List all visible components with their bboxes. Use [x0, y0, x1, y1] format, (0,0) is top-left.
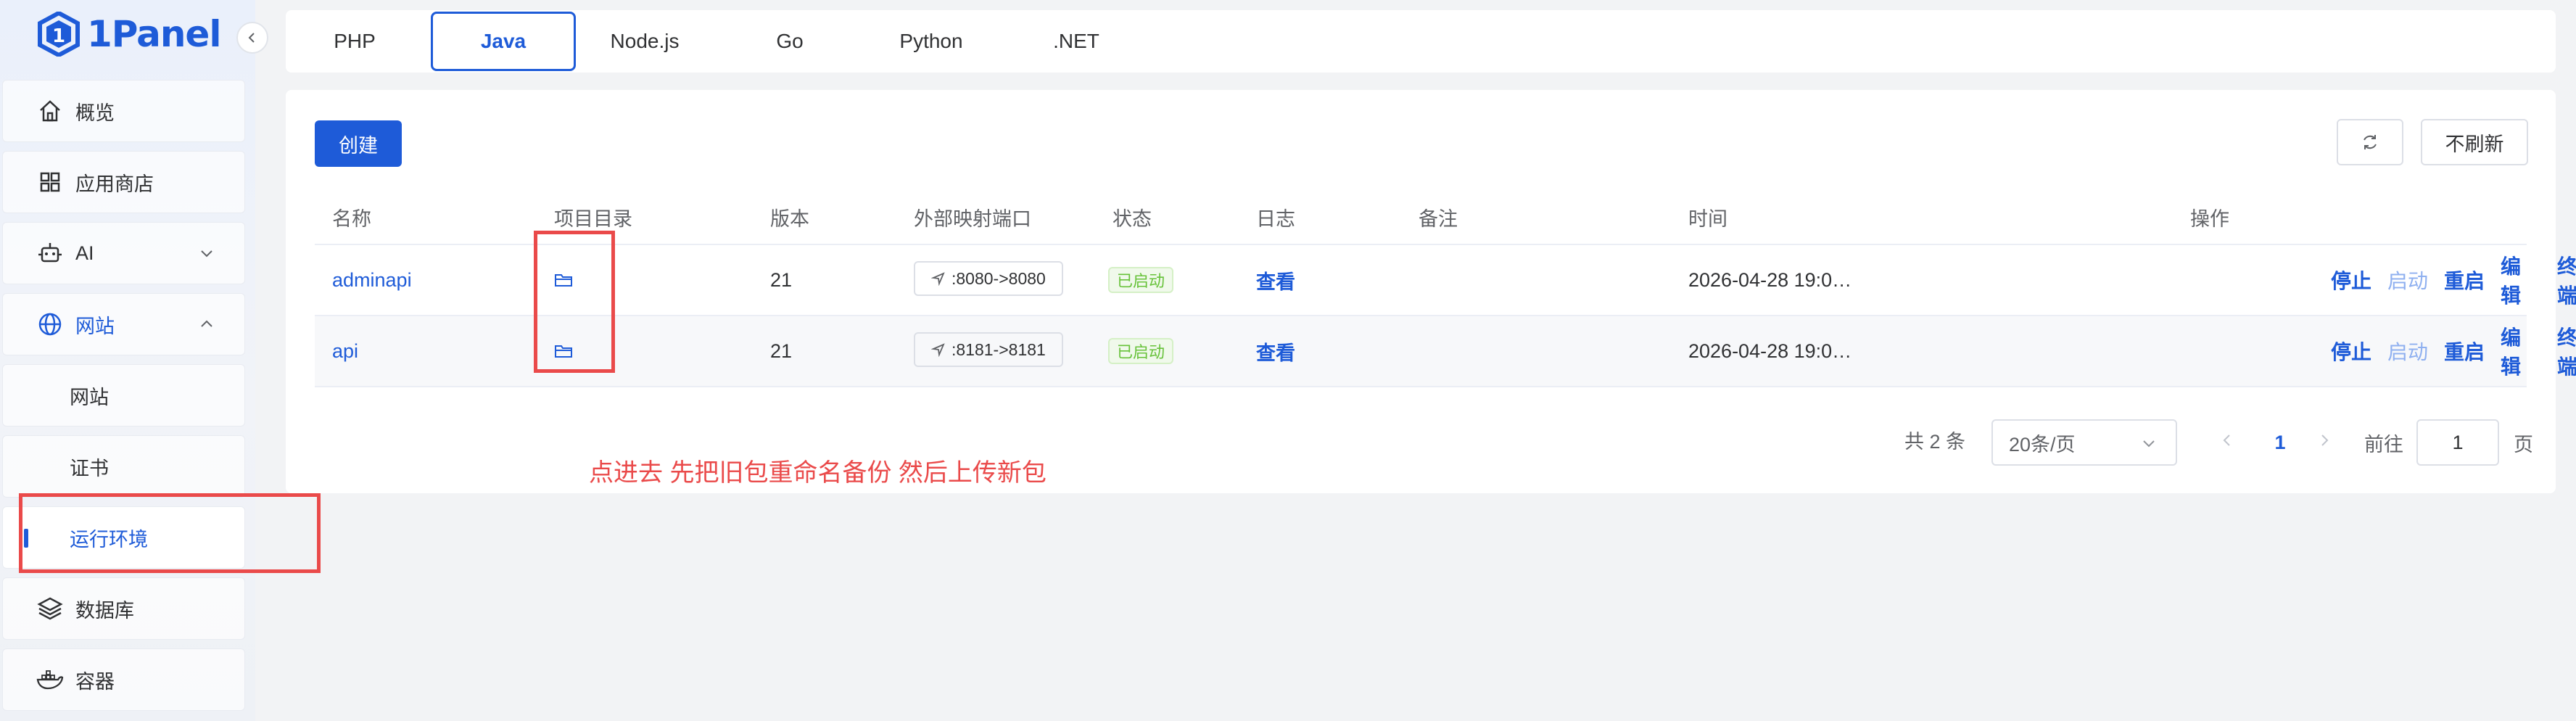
restart-button[interactable]: 重启 [2444, 316, 2485, 386]
status-badge: 已启动 [1108, 338, 1174, 364]
sidebar-item-container[interactable]: 容器 [2, 648, 245, 711]
tab-go[interactable]: Go [764, 10, 815, 73]
pagination-total: 共 2 条 [1904, 430, 1966, 453]
column-header-remark: 备注 [1419, 207, 1458, 230]
create-button[interactable]: 创建 [315, 120, 402, 167]
sidebar-item-label: AI [75, 242, 94, 264]
current-page[interactable]: 1 [2266, 419, 2295, 466]
annotation-highlight-runtime-menu [19, 493, 321, 573]
runtime-name-link[interactable]: api [332, 316, 358, 386]
column-header-name: 名称 [332, 207, 371, 230]
column-header-directory: 项目目录 [554, 207, 632, 230]
sidebar-item-website[interactable]: 网站 [2, 293, 245, 355]
runtime-version: 21 [770, 268, 793, 291]
view-log-link[interactable]: 查看 [1256, 245, 1295, 315]
sidebar-item-label: 应用商店 [75, 173, 154, 195]
sidebar-item-label: 网站 [75, 315, 115, 337]
refresh-icon [2364, 135, 2377, 149]
tab-php[interactable]: PHP [315, 10, 395, 73]
sidebar-item-app-store[interactable]: 应用商店 [2, 151, 245, 213]
layers-icon [36, 595, 64, 622]
edit-button[interactable]: 编辑 [2501, 316, 2527, 386]
sidebar-item-database[interactable]: 数据库 [2, 577, 245, 640]
runtime-type-tabs: PHP Java Node.js Go Python .NET [286, 10, 2556, 73]
prev-page-icon[interactable] [2219, 432, 2235, 448]
tab-python[interactable]: Python [888, 10, 975, 73]
page-size-value: 20条/页 [2009, 433, 2076, 456]
start-button[interactable]: 启动 [2387, 316, 2428, 386]
tab-dotnet[interactable]: .NET [1047, 10, 1105, 73]
runtime-time: 2026-04-28 19:0… [1688, 268, 1852, 291]
port-mapping-tag[interactable]: :8080->8080 [914, 261, 1063, 296]
tab-nodejs[interactable]: Node.js [598, 10, 692, 73]
view-log-link[interactable]: 查看 [1256, 316, 1295, 386]
stop-button[interactable]: 停止 [2331, 245, 2371, 315]
sidebar-item-ai[interactable]: AI [2, 222, 245, 284]
sidebar-item-label: 容器 [75, 670, 115, 693]
sidebar-subitem-certificates[interactable]: 证书 [2, 435, 245, 498]
column-header-port: 外部映射端口 [914, 207, 1031, 230]
goto-suffix: 页 [2514, 433, 2533, 456]
sidebar: 1 1Panel 概览 应用商店 AI 网站 网站 证书 运行环境 数据库 容器 [0, 0, 268, 721]
location-arrow-icon [931, 343, 945, 357]
next-page-icon[interactable] [2316, 432, 2332, 448]
runtime-version: 21 [770, 339, 793, 362]
chevron-down-icon [201, 250, 212, 258]
robot-icon [36, 239, 64, 267]
svg-text:1: 1 [52, 25, 65, 47]
chevron-down-icon [2143, 440, 2155, 448]
column-header-log: 日志 [1256, 207, 1295, 230]
terminal-button[interactable]: 终端 [2557, 245, 2576, 315]
sidebar-item-label: 数据库 [75, 599, 134, 622]
runtime-time: 2026-04-28 19:0… [1688, 339, 1852, 362]
tab-java[interactable]: Java [431, 12, 576, 71]
restart-button[interactable]: 重启 [2444, 245, 2485, 315]
column-header-status: 状态 [1112, 207, 1152, 230]
location-arrow-icon [931, 272, 945, 286]
sidebar-subitem-label: 证书 [70, 457, 109, 479]
sidebar-item-overview[interactable]: 概览 [2, 80, 245, 142]
home-icon [36, 97, 64, 125]
logo[interactable]: 1 1Panel [38, 10, 221, 58]
status-badge: 已启动 [1108, 267, 1174, 293]
column-header-time: 时间 [1688, 207, 1727, 230]
annotation-note: 点进去 先把旧包重命名备份 然后上传新包 [589, 459, 1046, 487]
chevron-left-icon [248, 33, 255, 43]
collapse-sidebar-button[interactable] [236, 22, 268, 54]
port-mapping-tag[interactable]: :8181->8181 [914, 332, 1063, 367]
column-header-actions: 操作 [2190, 207, 2229, 230]
table-row: api 21 :8181->8181 已启动 查看 2026-04-28 19:… [315, 316, 2576, 387]
logo-icon: 1 [38, 12, 80, 57]
sidebar-item-label: 概览 [75, 102, 115, 124]
runtime-list-panel: 创建 不刷新 名称 项目目录 版本 外部映射端口 状态 日志 备注 时间 操作 … [286, 90, 2576, 493]
runtime-name-link[interactable]: adminapi [332, 245, 412, 315]
refresh-button[interactable] [2337, 119, 2403, 165]
port-mapping-text: :8080->8080 [951, 268, 1046, 288]
annotation-highlight-directory [534, 231, 615, 373]
docker-whale-icon [36, 666, 64, 693]
globe-icon [36, 310, 64, 338]
goto-label: 前往 [2364, 433, 2403, 456]
page-size-select[interactable]: 20条/页 [1991, 419, 2177, 466]
column-header-version: 版本 [770, 207, 809, 230]
chevron-up-icon [201, 320, 212, 327]
sidebar-subitem-label: 网站 [70, 386, 109, 408]
auto-refresh-select[interactable]: 不刷新 [2421, 119, 2528, 165]
start-button[interactable]: 启动 [2387, 245, 2428, 315]
brand-name: 1Panel [87, 13, 221, 55]
sidebar-subitem-websites[interactable]: 网站 [2, 364, 245, 427]
goto-page-input[interactable]: 1 [2416, 419, 2499, 466]
table-row: adminapi 21 :8080->8080 已启动 查看 2026-04-2… [315, 245, 2576, 316]
edit-button[interactable]: 编辑 [2501, 245, 2527, 315]
apps-grid-icon [36, 168, 64, 196]
terminal-button[interactable]: 终端 [2557, 316, 2576, 386]
port-mapping-text: :8181->8181 [951, 339, 1046, 359]
stop-button[interactable]: 停止 [2331, 316, 2371, 386]
